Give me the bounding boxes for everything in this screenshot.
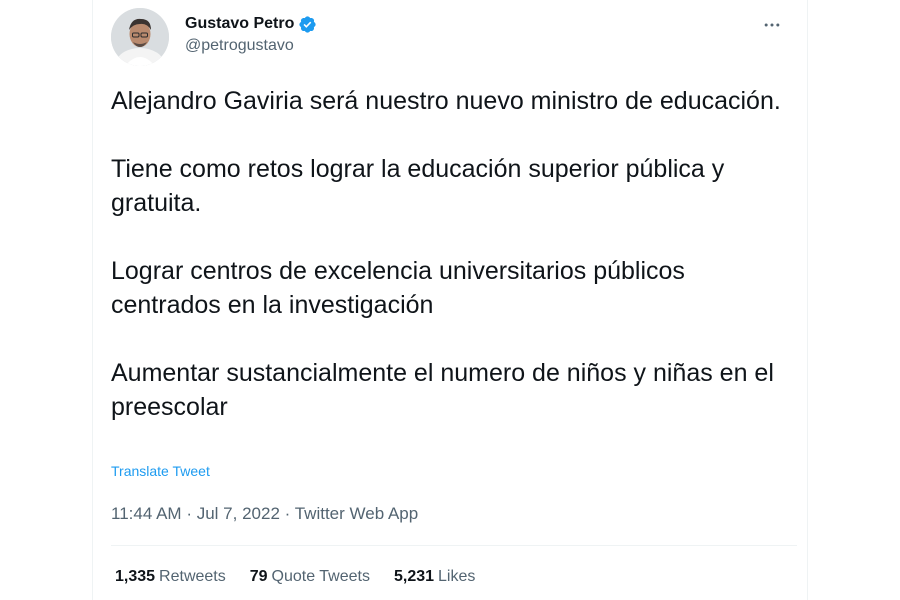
avatar-image <box>111 8 169 66</box>
author-info: Gustavo Petro @petrogustavo <box>185 12 317 55</box>
avatar[interactable] <box>111 8 169 66</box>
likes-count: 5,231 <box>393 568 435 585</box>
verified-badge-icon <box>298 15 317 34</box>
tweet-paragraph: Aumentar sustancialmente el numero de ni… <box>111 359 781 421</box>
tweet-time[interactable]: 11:44 AM <box>111 504 182 523</box>
meta-separator: · <box>186 504 192 523</box>
tweet-paragraph: Lograr centros de excelencia universitar… <box>111 257 692 319</box>
tweet-text: Alejandro Gaviria será nuestro nuevo min… <box>111 84 801 424</box>
tweet-stats: 1,335 Retweets 79 Quote Tweets 5,231 Lik… <box>115 568 475 586</box>
retweets-count: 1,335 <box>115 568 156 585</box>
user-handle[interactable]: @petrogustavo <box>185 37 317 55</box>
retweets-label: Retweets <box>159 568 226 585</box>
quote-tweets-stat[interactable]: 79 Quote Tweets <box>250 568 370 586</box>
likes-stat[interactable]: 5,231 Likes <box>394 568 475 586</box>
tweet-header: Gustavo Petro @petrogustavo <box>111 8 789 70</box>
retweets-stat[interactable]: 1,335 Retweets <box>115 568 226 586</box>
name-row: Gustavo Petro <box>185 12 317 36</box>
more-options-icon <box>762 15 782 40</box>
display-name[interactable]: Gustavo Petro <box>185 15 294 33</box>
quote-tweets-label: Quote Tweets <box>271 568 370 585</box>
tweet-paragraph: Tiene como retos lograr la educación sup… <box>111 155 732 217</box>
more-options-button[interactable] <box>755 10 789 44</box>
divider <box>111 545 797 546</box>
tweet-paragraph: Alejandro Gaviria será nuestro nuevo min… <box>111 87 781 115</box>
tweet-metadata: 11:44 AM · Jul 7, 2022 · Twitter Web App <box>111 504 418 524</box>
meta-separator: · <box>284 504 291 523</box>
likes-label: Likes <box>438 568 476 585</box>
tweet-date[interactable]: Jul 7, 2022 <box>197 504 280 523</box>
tweet-card: Gustavo Petro @petrogustavo Alejandro Ga… <box>92 0 808 600</box>
translate-tweet-link[interactable]: Translate Tweet <box>111 463 210 479</box>
quote-tweets-count: 79 <box>249 568 268 585</box>
tweet-source[interactable]: Twitter Web App <box>295 504 418 523</box>
